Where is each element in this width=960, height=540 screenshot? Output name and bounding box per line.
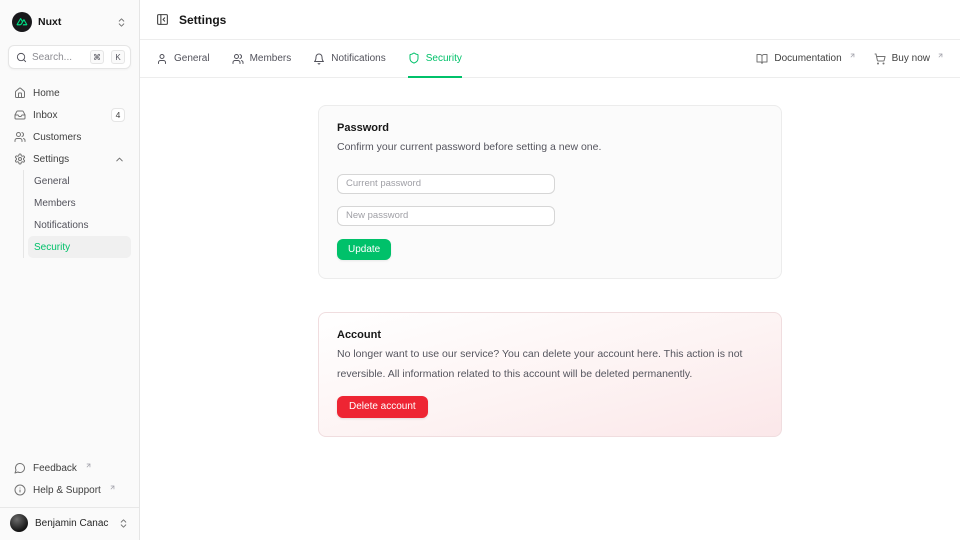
sidebar-item-home[interactable]: Home — [8, 82, 131, 104]
page-title: Settings — [179, 13, 226, 27]
chevrons-up-down-icon — [116, 17, 127, 28]
inbox-icon — [14, 109, 26, 121]
workspace-switcher[interactable]: Nuxt — [8, 10, 131, 34]
sidebar-item-notifications[interactable]: Notifications — [28, 214, 131, 236]
bell-icon — [313, 53, 325, 65]
buy-now-link[interactable]: Buy now — [874, 53, 944, 65]
buy-now-label: Buy now — [892, 53, 930, 64]
arrow-up-right-icon — [109, 484, 116, 491]
sidebar-item-settings[interactable]: Settings — [8, 148, 131, 170]
tab-notifications[interactable]: Notifications — [313, 40, 385, 77]
tab-label: Members — [250, 53, 292, 64]
user-menu[interactable]: Benjamin Canac — [0, 508, 139, 540]
current-password-field[interactable] — [337, 174, 555, 194]
arrow-up-right-icon — [85, 462, 92, 469]
feedback-link[interactable]: Feedback — [8, 457, 131, 479]
search-icon — [16, 52, 27, 63]
info-icon — [14, 484, 26, 496]
tab-label: General — [174, 53, 210, 64]
house-icon — [14, 87, 26, 99]
shield-icon — [408, 52, 420, 64]
sidebar: Nuxt Search... ⌘ K Home Inbox 4 Customer… — [0, 0, 140, 540]
gear-icon — [14, 153, 26, 165]
sidebar-item-label: Inbox — [33, 110, 57, 121]
search-input[interactable]: Search... ⌘ K — [8, 45, 131, 69]
update-password-button[interactable]: Update — [337, 239, 391, 260]
sidebar-item-members[interactable]: Members — [28, 192, 131, 214]
tab-members[interactable]: Members — [232, 40, 292, 77]
tabbar-spacer — [462, 40, 757, 77]
arrow-up-right-icon — [849, 52, 856, 59]
user-name: Benjamin Canac — [35, 518, 108, 529]
search-placeholder: Search... — [32, 52, 85, 63]
chevrons-up-down-icon — [118, 518, 129, 529]
avatar — [10, 514, 28, 532]
sidebar-item-general[interactable]: General — [28, 170, 131, 192]
new-password-field[interactable] — [337, 206, 555, 226]
main-area: Settings General Members Notifications S… — [140, 0, 960, 540]
panel-left-close-icon — [156, 13, 169, 26]
sidebar-item-inbox[interactable]: Inbox 4 — [8, 104, 131, 126]
delete-account-button[interactable]: Delete account — [337, 396, 428, 418]
documentation-link[interactable]: Documentation — [756, 53, 855, 65]
help-support-link[interactable]: Help & Support — [8, 479, 131, 501]
settings-tabbar: General Members Notifications Security D… — [140, 40, 960, 78]
sidebar-item-label: Customers — [33, 132, 81, 143]
kbd-meta: ⌘ — [90, 50, 104, 64]
sidebar-nav: Home Inbox 4 Customers Settings General … — [8, 82, 131, 258]
documentation-label: Documentation — [774, 53, 841, 64]
tab-security[interactable]: Security — [408, 40, 462, 78]
password-card-description: Confirm your current password before set… — [337, 138, 763, 158]
sidebar-item-customers[interactable]: Customers — [8, 126, 131, 148]
arrow-up-right-icon — [937, 52, 944, 59]
sidebar-spacer — [0, 258, 139, 457]
account-card-description: No longer want to use our service? You c… — [337, 345, 763, 385]
sidebar-item-security[interactable]: Security — [28, 236, 131, 258]
account-card-title: Account — [337, 329, 763, 341]
password-card-title: Password — [337, 122, 763, 134]
sidebar-toggle-button[interactable] — [156, 13, 169, 26]
tab-label: Notifications — [331, 53, 385, 64]
kbd-k: K — [111, 50, 125, 64]
password-card: Password Confirm your current password b… — [318, 105, 782, 279]
sidebar-item-label: Settings — [33, 154, 69, 165]
account-card: Account No longer want to use our servic… — [318, 312, 782, 437]
settings-security-panel: Password Confirm your current password b… — [140, 78, 960, 540]
feedback-label: Feedback — [33, 463, 77, 474]
users-icon — [14, 131, 26, 143]
chevron-up-icon — [114, 154, 125, 165]
message-circle-icon — [14, 462, 26, 474]
book-open-icon — [756, 53, 768, 65]
shopping-cart-icon — [874, 53, 886, 65]
page-header: Settings — [140, 0, 960, 40]
tab-general[interactable]: General — [156, 40, 210, 77]
inbox-count-badge: 4 — [111, 108, 125, 122]
sidebar-item-label: Home — [33, 88, 60, 99]
nuxt-logo-icon — [12, 12, 32, 32]
tab-label: Security — [426, 53, 462, 64]
help-support-label: Help & Support — [33, 485, 101, 496]
workspace-name: Nuxt — [38, 16, 61, 28]
users-icon — [232, 53, 244, 65]
user-icon — [156, 53, 168, 65]
settings-submenu: General Members Notifications Security — [23, 170, 131, 258]
